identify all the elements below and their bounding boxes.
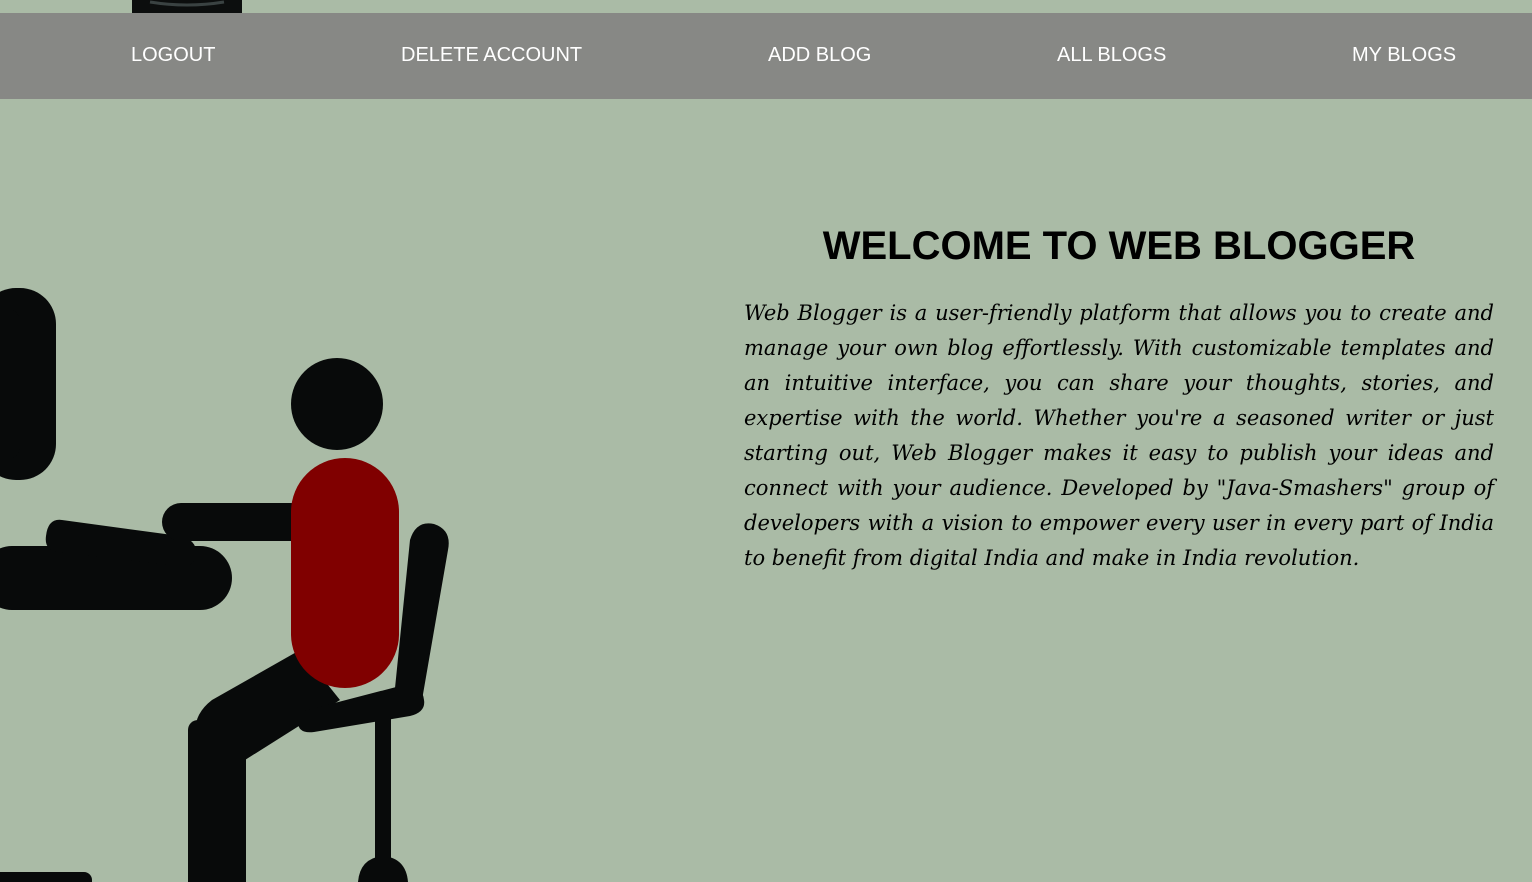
- upper-arm-shape: [162, 503, 310, 541]
- all-blogs-link[interactable]: ALL BLOGS: [1057, 13, 1166, 99]
- chair-post-shape: [375, 706, 391, 866]
- head-shape: [291, 358, 383, 450]
- monitor-edge: [0, 308, 20, 460]
- chair-back-shape: [394, 523, 449, 700]
- welcome-description: Web Blogger is a user-friendly platform …: [744, 301, 1494, 570]
- add-blog-link[interactable]: ADD BLOG: [768, 13, 871, 99]
- page-title: WELCOME TO WEB BLOGGER: [822, 224, 1416, 268]
- person-at-computer-illustration: [0, 288, 449, 882]
- chair-base-shape: [358, 856, 408, 882]
- my-blogs-link[interactable]: MY BLOGS: [1352, 13, 1456, 99]
- lower-leg-shape: [188, 720, 246, 882]
- torso-shirt-shape: [291, 458, 399, 688]
- page: LOGOUT DELETE ACCOUNT ADD BLOG ALL BLOGS…: [0, 0, 1532, 882]
- desk-foot: [0, 872, 92, 882]
